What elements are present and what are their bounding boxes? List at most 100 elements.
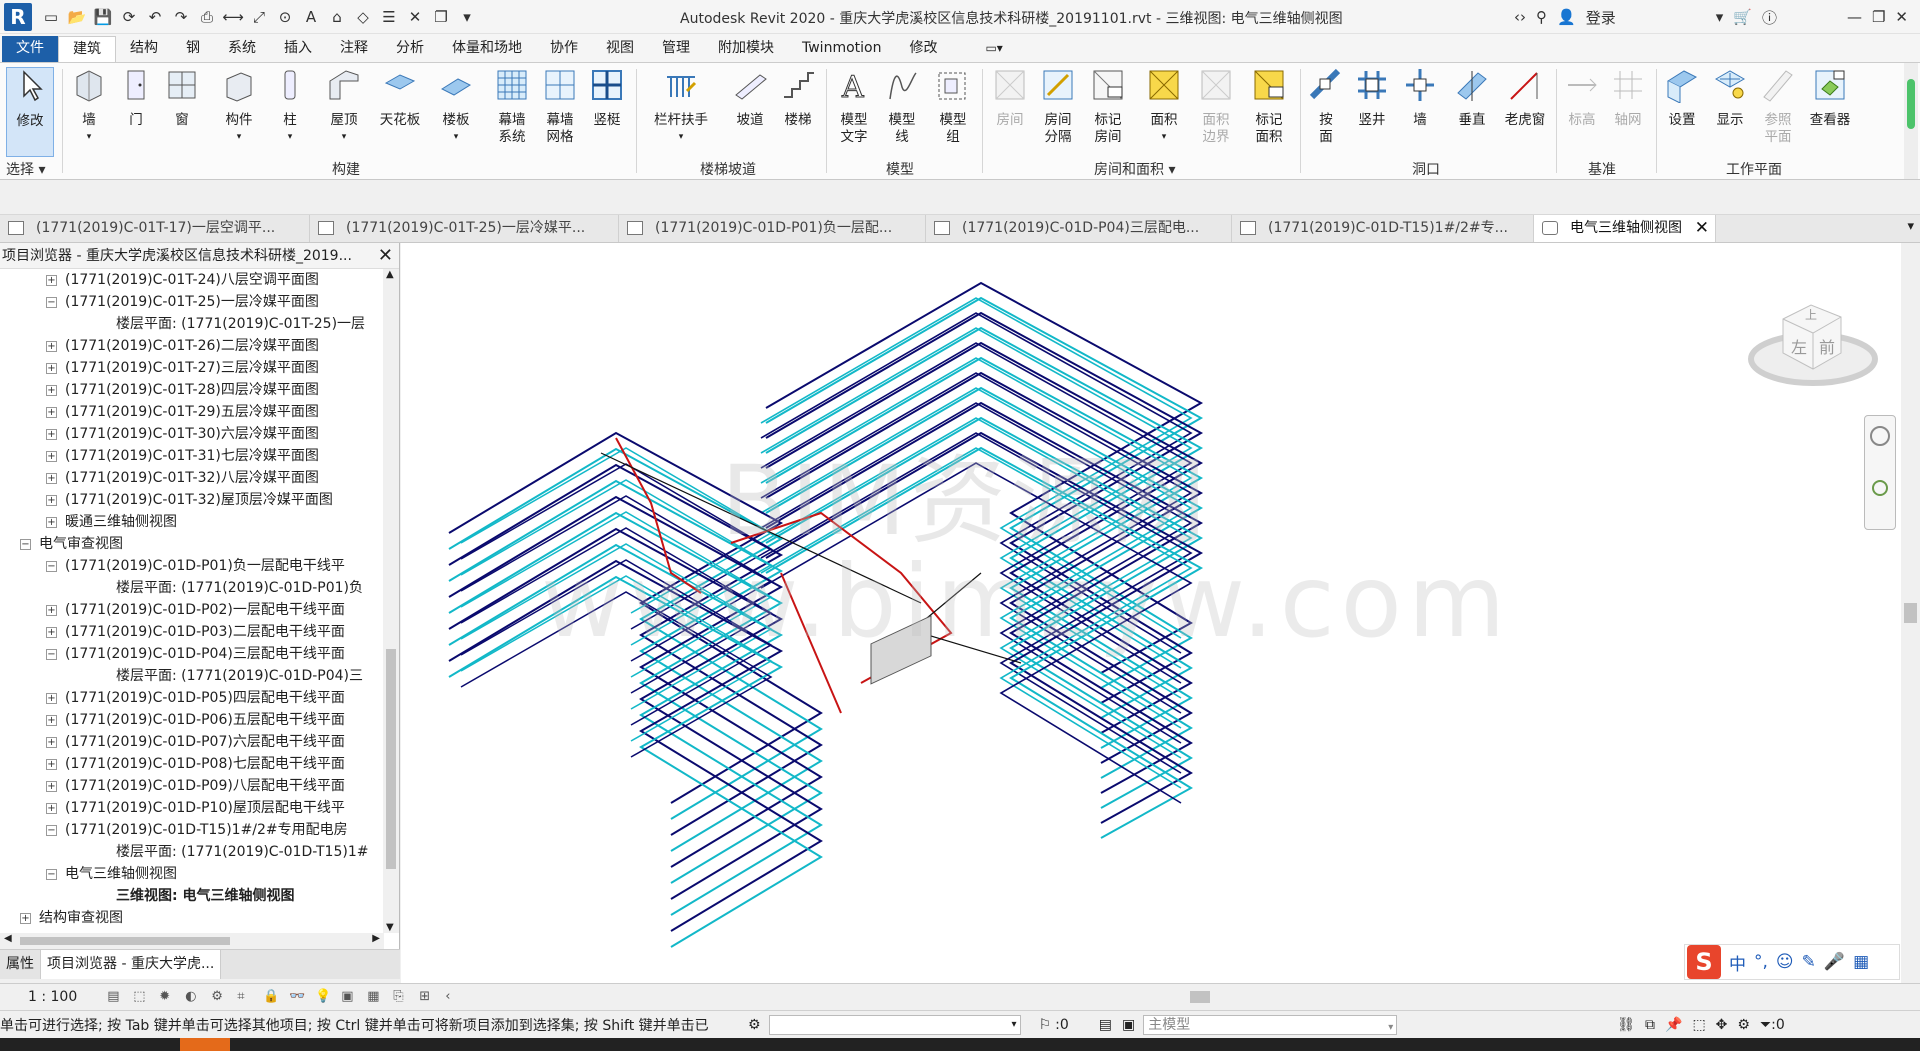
viewport-horizontal-scrollbar[interactable]: [510, 988, 1890, 1006]
view-tab[interactable]: (1771(2019)C-01D-P01)负一层配...: [619, 215, 926, 242]
tree-item[interactable]: + (1771(2019)C-01D-P06)五层配电干线平面: [46, 709, 345, 731]
crop-view-icon[interactable]: ⌗: [237, 989, 255, 1005]
close-tab-icon[interactable]: ✕: [1695, 215, 1709, 242]
worksets-icon[interactable]: ⚙: [748, 1017, 761, 1033]
component-button[interactable]: 构件 ▾: [216, 67, 262, 146]
drag-elements-icon[interactable]: ✥: [1716, 1017, 1728, 1033]
expand-icon[interactable]: +: [46, 362, 57, 374]
mullion-button[interactable]: 竖梃: [586, 67, 628, 129]
tree-item[interactable]: + (1771(2019)C-01T-28)四层冷媒平面图: [46, 379, 319, 401]
binoculars-icon[interactable]: ⚲: [1536, 8, 1547, 26]
tree-item[interactable]: + (1771(2019)C-01D-P05)四层配电干线平面: [46, 687, 345, 709]
tab-twinmotion[interactable]: Twinmotion: [788, 36, 895, 62]
expand-icon[interactable]: +: [46, 604, 57, 616]
tab-insert[interactable]: 插入: [270, 36, 326, 62]
column-button[interactable]: 柱 ▾: [272, 67, 308, 146]
ramp-button[interactable]: 坡道: [728, 67, 772, 129]
restore-icon[interactable]: ❐: [1872, 8, 1885, 26]
curtain-grid-button[interactable]: 幕墙 网格: [538, 67, 582, 146]
wall-button[interactable]: 墙 ▾: [66, 67, 112, 146]
browser-horizontal-scrollbar[interactable]: ◀ ▶: [0, 933, 384, 949]
collapse-icon[interactable]: −: [46, 296, 57, 308]
tab-addins[interactable]: 附加模块: [704, 36, 788, 62]
tab-file[interactable]: 文件: [2, 36, 58, 62]
window-button[interactable]: 窗: [162, 67, 202, 129]
tree-item-selected[interactable]: 三维视图: 电气三维轴侧视图: [116, 885, 295, 907]
room-area-panel-label[interactable]: 房间和面积 ▾: [1094, 159, 1175, 179]
modify-button[interactable]: 修改: [6, 67, 54, 157]
expand-icon[interactable]: +: [20, 912, 31, 924]
stair-button[interactable]: 楼梯: [776, 67, 820, 129]
minimize-icon[interactable]: —: [1847, 8, 1862, 26]
align-dimension-icon[interactable]: ⤢: [248, 6, 270, 28]
new-icon[interactable]: ▭: [40, 6, 62, 28]
select-by-face-icon[interactable]: ⬚: [1692, 1017, 1705, 1033]
tab-collaborate[interactable]: 协作: [536, 36, 592, 62]
view-tab[interactable]: (1771(2019)C-01T-17)一层空调平...: [0, 215, 310, 242]
tree-item[interactable]: + (1771(2019)C-01T-30)六层冷媒平面图: [46, 423, 319, 445]
tree-item[interactable]: + (1771(2019)C-01T-24)八层空调平面图: [46, 269, 319, 291]
sync-icon[interactable]: ⟳: [118, 6, 140, 28]
tab-manage[interactable]: 管理: [648, 36, 704, 62]
select-pinned-icon[interactable]: 📌: [1665, 1017, 1682, 1033]
tree-item[interactable]: + (1771(2019)C-01D-P02)一层配电干线平面: [46, 599, 345, 621]
railing-button[interactable]: 栏杆扶手 ▾: [648, 67, 714, 146]
room-separator-button[interactable]: 房间 分隔: [1036, 67, 1080, 146]
expand-icon[interactable]: +: [46, 516, 57, 528]
ribbon-scrollbar[interactable]: [1904, 63, 1918, 179]
tree-item[interactable]: + (1771(2019)C-01D-P08)七层配电干线平面: [46, 753, 345, 775]
floor-button[interactable]: 楼板 ▾: [434, 67, 478, 146]
redo-icon[interactable]: ↷: [170, 6, 192, 28]
expand-icon[interactable]: +: [46, 802, 57, 814]
scroll-left-icon[interactable]: ‹: [445, 989, 463, 1005]
tab-structure[interactable]: 结构: [116, 36, 172, 62]
close-panel-icon[interactable]: ✕: [378, 243, 393, 268]
filter-icon[interactable]: ⏷: [1760, 1017, 1771, 1033]
tree-item[interactable]: + (1771(2019)C-01D-P10)屋顶层配电干线平: [46, 797, 345, 819]
expand-icon[interactable]: +: [46, 626, 57, 638]
tree-item[interactable]: − (1771(2019)C-01T-25)一层冷媒平面图: [46, 291, 319, 313]
tab-massing[interactable]: 体量和场地: [438, 36, 536, 62]
expand-icon[interactable]: +: [46, 472, 57, 484]
render-icon[interactable]: ⚙: [211, 989, 229, 1005]
view-scale[interactable]: 1 : 100: [28, 989, 77, 1005]
workset-dropdown[interactable]: ▾: [768, 1014, 1021, 1035]
print-icon[interactable]: ⎙: [196, 6, 218, 28]
viewport-vertical-scrollbar[interactable]: [1901, 243, 1920, 983]
design-option-dropdown[interactable]: 主模型 ▾: [1143, 1014, 1398, 1035]
tree-item[interactable]: 楼层平面: (1771(2019)C-01D-P01)负: [116, 577, 363, 599]
tab-annotate[interactable]: 注释: [326, 36, 382, 62]
model-group-button[interactable]: 模型 组: [928, 67, 978, 146]
expand-icon[interactable]: +: [46, 428, 57, 440]
expand-icon[interactable]: +: [46, 692, 57, 704]
collapse-icon[interactable]: −: [46, 824, 57, 836]
tree-item[interactable]: + (1771(2019)C-01T-27)三层冷媒平面图: [46, 357, 319, 379]
info-center-icon[interactable]: ‹›: [1514, 8, 1526, 26]
tab-overflow-icon[interactable]: ▾: [1907, 219, 1914, 234]
expand-icon[interactable]: +: [46, 384, 57, 396]
door-button[interactable]: 门: [116, 67, 156, 129]
tree-item[interactable]: + (1771(2019)C-01T-31)七层冷媒平面图: [46, 445, 319, 467]
highlight-displacement-icon[interactable]: ▦: [367, 989, 385, 1005]
reveal-hidden-icon[interactable]: 💡: [315, 989, 333, 1005]
default-3d-view-icon[interactable]: ⌂: [326, 6, 348, 28]
reveal-constraints-icon[interactable]: ⎘: [393, 989, 411, 1005]
emoji-icon[interactable]: ☺: [1776, 952, 1794, 972]
expand-icon[interactable]: +: [46, 340, 57, 352]
detail-level-icon[interactable]: ▤: [107, 989, 125, 1005]
expand-icon[interactable]: +: [46, 494, 57, 506]
tree-item[interactable]: + (1771(2019)C-01D-P07)六层配电干线平面: [46, 731, 345, 753]
editable-only-icon[interactable]: ⚐: [1039, 1017, 1052, 1033]
save-icon[interactable]: 💾: [92, 6, 114, 28]
model-line-button[interactable]: 模型 线: [880, 67, 924, 146]
tree-item[interactable]: 楼层平面: (1771(2019)C-01T-25)一层: [116, 313, 365, 335]
background-process-icon[interactable]: ⚙: [1737, 1017, 1750, 1033]
tree-item[interactable]: + 结构审查视图: [20, 907, 123, 929]
tree-item[interactable]: − (1771(2019)C-01D-P04)三层配电干线平面: [46, 643, 345, 665]
shaft-button[interactable]: 竖井: [1352, 67, 1392, 129]
tab-steel[interactable]: 钢: [172, 36, 214, 62]
close-window-icon[interactable]: ✕: [1895, 8, 1908, 26]
dropdown-icon[interactable]: ▾: [1716, 8, 1724, 26]
visual-style-icon[interactable]: ⬚: [133, 989, 151, 1005]
punctuation-icon[interactable]: °,: [1754, 952, 1768, 972]
